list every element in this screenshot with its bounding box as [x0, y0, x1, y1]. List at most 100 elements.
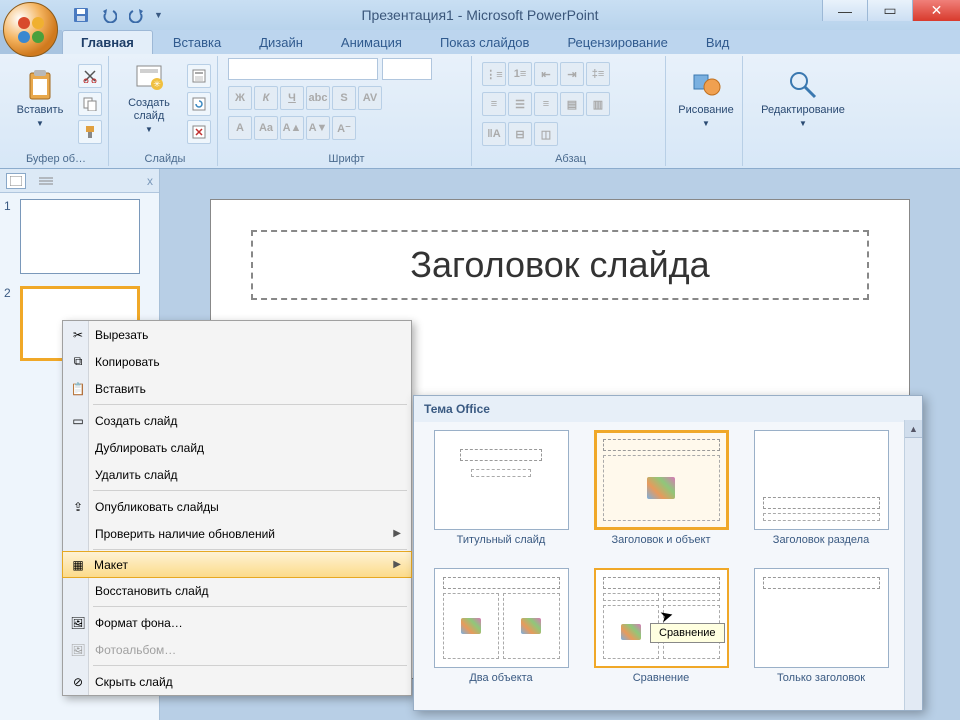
cm-duplicate-slide[interactable]: Дублировать слайд: [63, 434, 411, 461]
outline-tab[interactable]: [36, 173, 56, 189]
tab-insert[interactable]: Вставка: [155, 31, 239, 54]
slide-delete-button[interactable]: [187, 120, 211, 144]
group-slides: ✳ Создать слайд ▼ Слайды: [113, 56, 218, 166]
line-spacing-button[interactable]: ‡≡: [586, 62, 610, 86]
qat-dropdown-icon[interactable]: ▼: [154, 10, 163, 20]
cm-photoalbum: 🖼Фотоальбом…: [63, 636, 411, 663]
slide-title-placeholder[interactable]: Заголовок слайда: [251, 230, 869, 300]
bold-button[interactable]: Ж: [228, 86, 252, 110]
save-button[interactable]: [70, 4, 92, 26]
scroll-up-button[interactable]: ▲: [905, 420, 922, 438]
slides-tab[interactable]: [6, 173, 26, 189]
layout-gallery: Тема Office ▲ Титульный слайд Заголовок …: [413, 395, 923, 711]
thumb-number: 2: [4, 286, 16, 300]
thumb-1[interactable]: 1: [0, 193, 159, 280]
font-color-button[interactable]: A: [228, 116, 252, 140]
layout-section-header[interactable]: Заголовок раздела: [748, 430, 894, 560]
bullets-button[interactable]: ⋮≡: [482, 62, 506, 86]
close-button[interactable]: ✕: [912, 0, 960, 21]
strike-button[interactable]: abc: [306, 86, 330, 110]
group-font: Ж К Ч abc S AV A Aa A▲ A▼ A⁻ Шрифт: [222, 56, 472, 166]
new-slide-button[interactable]: ✳ Создать слайд ▼: [119, 58, 179, 138]
group-drawing: Рисование ▼: [670, 56, 743, 166]
gallery-scrollbar[interactable]: ▲: [904, 420, 922, 710]
text-direction-button[interactable]: ‖A: [482, 122, 506, 146]
cm-copy[interactable]: ⧉Копировать: [63, 348, 411, 375]
clipboard-group-label: Буфер об…: [4, 153, 108, 165]
font-name-combo[interactable]: [228, 58, 378, 80]
scissors-icon: [83, 69, 97, 83]
tab-animation[interactable]: Анимация: [323, 31, 420, 54]
paste-label: Вставить: [17, 104, 64, 116]
shrink-font-button[interactable]: A▼: [306, 116, 330, 140]
quick-access-toolbar: ▼: [70, 4, 163, 26]
cm-paste[interactable]: 📋Вставить: [63, 375, 411, 402]
align-right-button[interactable]: ≡: [534, 92, 558, 116]
tab-home[interactable]: Главная: [62, 30, 153, 54]
grow-font-button[interactable]: A▲: [280, 116, 304, 140]
minimize-button[interactable]: ―: [822, 0, 867, 21]
align-left-button[interactable]: ≡: [482, 92, 506, 116]
cm-hide-slide[interactable]: ⊘Скрыть слайд: [63, 668, 411, 695]
redo-button[interactable]: [126, 4, 148, 26]
layout-two-content[interactable]: Два объекта: [428, 568, 574, 698]
gallery-header: Тема Office: [414, 396, 922, 422]
cm-publish-slides[interactable]: ⇪Опубликовать слайды: [63, 493, 411, 520]
tab-design[interactable]: Дизайн: [241, 31, 321, 54]
editing-button[interactable]: Редактирование ▼: [753, 58, 853, 138]
copy-button[interactable]: [78, 92, 102, 116]
office-button[interactable]: [3, 2, 58, 57]
window-title: Презентация1 - Microsoft PowerPoint: [361, 7, 598, 23]
slide-reset-button[interactable]: [187, 92, 211, 116]
clear-format-button[interactable]: A⁻: [332, 116, 356, 140]
columns-button[interactable]: ▥: [586, 92, 610, 116]
scissors-icon: ✂: [69, 326, 87, 344]
smartart-button[interactable]: ◫: [534, 122, 558, 146]
layout-icon: ▦: [69, 556, 87, 574]
justify-button[interactable]: ▤: [560, 92, 584, 116]
copy-icon: [83, 97, 97, 111]
tab-view[interactable]: Вид: [688, 31, 748, 54]
cut-button[interactable]: [78, 64, 102, 88]
cm-delete-slide[interactable]: Удалить слайд: [63, 461, 411, 488]
drawing-label: Рисование: [678, 104, 733, 116]
align-center-button[interactable]: ☰: [508, 92, 532, 116]
cm-layout[interactable]: ▦Макет▶: [62, 551, 412, 578]
chevron-right-icon: ▶: [393, 559, 401, 570]
underline-button[interactable]: Ч: [280, 86, 304, 110]
slide-layout-button[interactable]: [187, 64, 211, 88]
maximize-button[interactable]: ▭: [867, 0, 912, 21]
photoalbum-icon: 🖼: [69, 641, 87, 659]
copy-icon: ⧉: [69, 353, 87, 371]
align-text-button[interactable]: ⊟: [508, 122, 532, 146]
cm-new-slide[interactable]: ▭Создать слайд: [63, 407, 411, 434]
paste-button[interactable]: Вставить ▼: [10, 58, 70, 138]
numbering-button[interactable]: 1≡: [508, 62, 532, 86]
hide-slide-icon: ⊘: [69, 673, 87, 691]
cm-reset-slide[interactable]: Восстановить слайд: [63, 577, 411, 604]
tab-review[interactable]: Рецензирование: [549, 31, 685, 54]
italic-button[interactable]: К: [254, 86, 278, 110]
indent-inc-button[interactable]: ⇥: [560, 62, 584, 86]
group-clipboard: Вставить ▼ Буфер об…: [4, 56, 109, 166]
undo-button[interactable]: [98, 4, 120, 26]
shapes-icon: [690, 69, 722, 101]
layout-title-content[interactable]: Заголовок и объект: [588, 430, 734, 560]
drawing-button[interactable]: Рисование ▼: [676, 58, 736, 138]
pane-close-button[interactable]: x: [147, 174, 153, 188]
tab-slideshow[interactable]: Показ слайдов: [422, 31, 548, 54]
indent-dec-button[interactable]: ⇤: [534, 62, 558, 86]
char-space-button[interactable]: AV: [358, 86, 382, 110]
change-case-button[interactable]: Aa: [254, 116, 278, 140]
layout-title-only[interactable]: Только заголовок: [748, 568, 894, 698]
context-menu: ✂Вырезать ⧉Копировать 📋Вставить ▭Создать…: [62, 320, 412, 696]
paste-icon: 📋: [69, 380, 87, 398]
cm-format-background[interactable]: 🖼Формат фона…: [63, 609, 411, 636]
cm-check-updates[interactable]: Проверить наличие обновлений▶: [63, 520, 411, 547]
layout-title-slide[interactable]: Титульный слайд: [428, 430, 574, 560]
format-painter-button[interactable]: [78, 120, 102, 144]
format-bg-icon: 🖼: [69, 614, 87, 632]
shadow-button[interactable]: S: [332, 86, 356, 110]
font-size-combo[interactable]: [382, 58, 432, 80]
cm-cut[interactable]: ✂Вырезать: [63, 321, 411, 348]
